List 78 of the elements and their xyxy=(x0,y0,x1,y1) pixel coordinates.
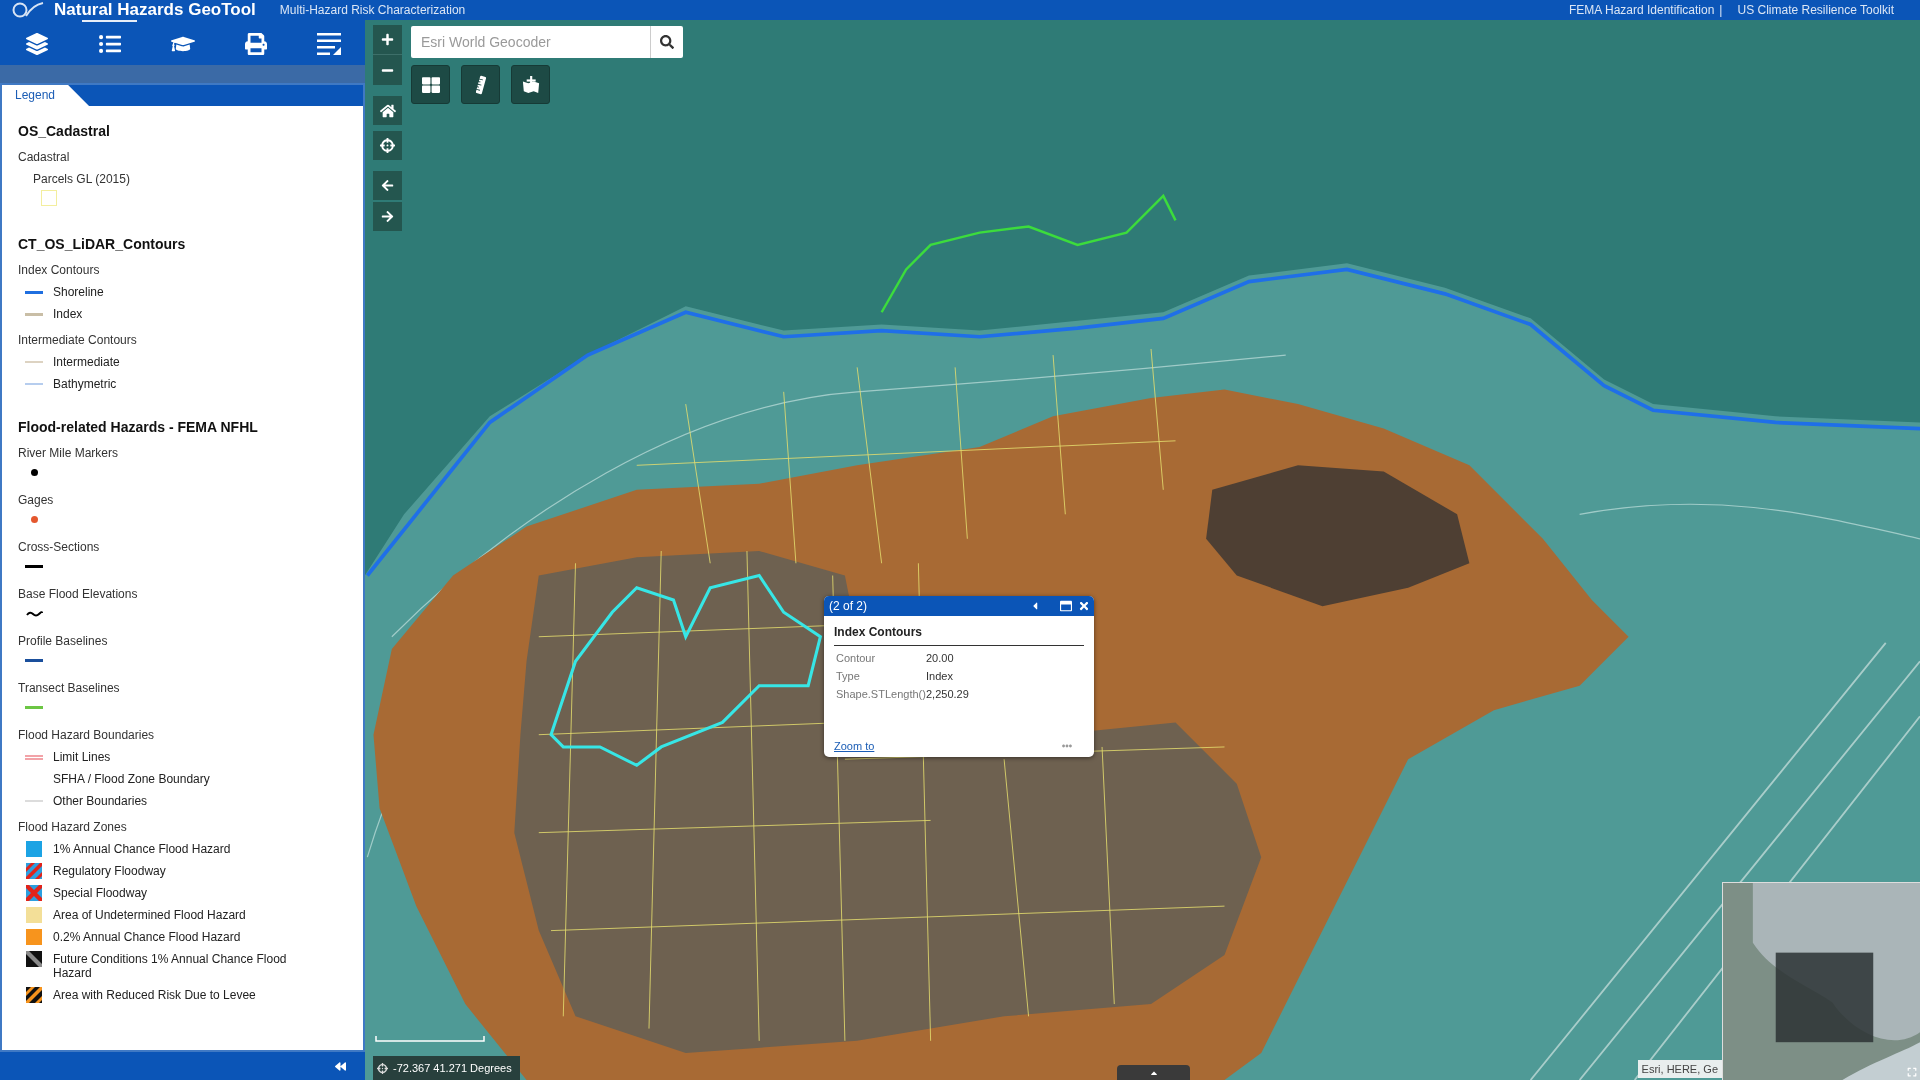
legend-tab[interactable]: Legend xyxy=(2,85,90,106)
home-button[interactable] xyxy=(373,96,402,125)
app-title: Natural Hazards GeoTool xyxy=(54,0,256,20)
layers-icon xyxy=(25,32,48,55)
header-link[interactable]: FEMA Hazard Identification xyxy=(1568,0,1715,20)
close-button[interactable] xyxy=(1077,599,1090,613)
double-caret-icon xyxy=(334,1060,346,1072)
zoom-to-link[interactable]: Zoom to xyxy=(834,739,875,753)
crosshair-icon xyxy=(377,1062,388,1074)
field-value: Index xyxy=(926,669,954,683)
printer-icon xyxy=(244,32,267,55)
legend-item-label: Index xyxy=(53,306,84,323)
app-subtitle: Multi-Hazard Risk Characterization xyxy=(279,2,466,19)
legend-item-label: Area of Undetermined Flood Hazard xyxy=(53,907,247,924)
legend-item-label: Regulatory Floodway xyxy=(53,863,167,880)
close-icon xyxy=(1077,600,1090,612)
sublayer-label: Cadastral xyxy=(18,149,71,166)
popup-title: Index Contours xyxy=(834,624,1084,646)
basemap-button[interactable] xyxy=(411,65,450,104)
sublayer-label: Profile Baselines xyxy=(18,633,109,650)
sublayer-label: Index Contours xyxy=(18,262,101,279)
home-icon xyxy=(379,102,396,119)
table-toggle-button[interactable] xyxy=(1117,1065,1190,1080)
link-separator: | xyxy=(1719,2,1723,19)
legend-item-label: Area with Reduced Risk Due to Levee xyxy=(53,987,257,1004)
grid-icon xyxy=(421,75,440,94)
arrow-right-icon xyxy=(381,210,394,223)
sublayer-label: Parcels GL (2015) xyxy=(33,171,131,188)
field-name: Contour xyxy=(836,651,877,665)
sublayer-label: Transect Baselines xyxy=(18,680,121,697)
legend-item-label: Limit Lines xyxy=(53,749,112,766)
legend-item-label: Intermediate xyxy=(53,354,121,371)
sublayer-label: River Mile Markers xyxy=(18,445,119,462)
field-name: Type xyxy=(836,669,861,683)
expand-icon xyxy=(1907,1067,1917,1077)
layer-heading: CT_OS_LiDAR_Contours xyxy=(18,235,187,254)
layer-heading: OS_Cadastral xyxy=(18,122,111,141)
measure-button[interactable] xyxy=(461,65,500,104)
search-button[interactable] xyxy=(650,26,683,58)
arrow-left-icon xyxy=(381,179,394,192)
legend-item-label: Bathymetric xyxy=(53,376,118,393)
legend-item-label: SFHA / Flood Zone Boundary xyxy=(53,771,211,788)
maximize-icon xyxy=(1059,600,1072,612)
field-name: Shape.STLength() xyxy=(836,687,926,701)
field-value: 20.00 xyxy=(926,651,955,665)
sublayer-label: Gages xyxy=(18,492,55,509)
bulleted-list-icon xyxy=(98,32,121,55)
list-lines-icon xyxy=(316,32,341,55)
legend-item-label: Future Conditions 1% Annual Chance Flood Hazard xyxy=(53,951,288,982)
zoom-out-button[interactable] xyxy=(373,55,402,85)
legend-item-label: 1% Annual Chance Flood Hazard xyxy=(53,841,232,858)
plus-icon xyxy=(381,33,394,46)
search-icon xyxy=(660,35,674,49)
sublayer-label: Cross-Sections xyxy=(18,539,101,556)
locate-button[interactable] xyxy=(373,131,402,160)
crosshair-icon xyxy=(380,138,395,153)
legend-item-label: 0.2% Annual Chance Flood Hazard xyxy=(53,929,242,946)
legend-item-label: Other Boundaries xyxy=(53,793,149,810)
sublayer-label: Base Flood Elevations xyxy=(18,586,139,603)
back-button[interactable] xyxy=(373,171,402,200)
sublayer-label: Flood Hazard Boundaries xyxy=(18,727,156,744)
map-plus-icon xyxy=(521,75,540,94)
add-data-button[interactable] xyxy=(511,65,550,104)
legend-item-label: Special Floodway xyxy=(53,885,149,902)
maximize-button[interactable] xyxy=(1059,599,1072,613)
zoom-in-button[interactable] xyxy=(373,25,402,55)
search-field[interactable]: Esri World Geocoder xyxy=(411,26,650,58)
legend-item-label: Shoreline xyxy=(53,284,105,301)
field-value: 2,250.29 xyxy=(926,687,970,701)
layer-heading: Flood-related Hazards - FEMA NFHL xyxy=(18,418,259,437)
logo-icon xyxy=(12,2,44,18)
forward-button[interactable] xyxy=(373,202,402,231)
map-attribution: Esri, HERE, Ge xyxy=(1637,1060,1722,1078)
popup-pager: (2 of 2) xyxy=(829,598,867,615)
coordinate-readout: -72.367 41.271 Degrees xyxy=(393,1060,512,1076)
header-link[interactable]: US Climate Resilience Toolkit xyxy=(1737,0,1894,20)
sublayer-label: Flood Hazard Zones xyxy=(18,819,128,836)
sublayer-label: Intermediate Contours xyxy=(18,332,138,349)
